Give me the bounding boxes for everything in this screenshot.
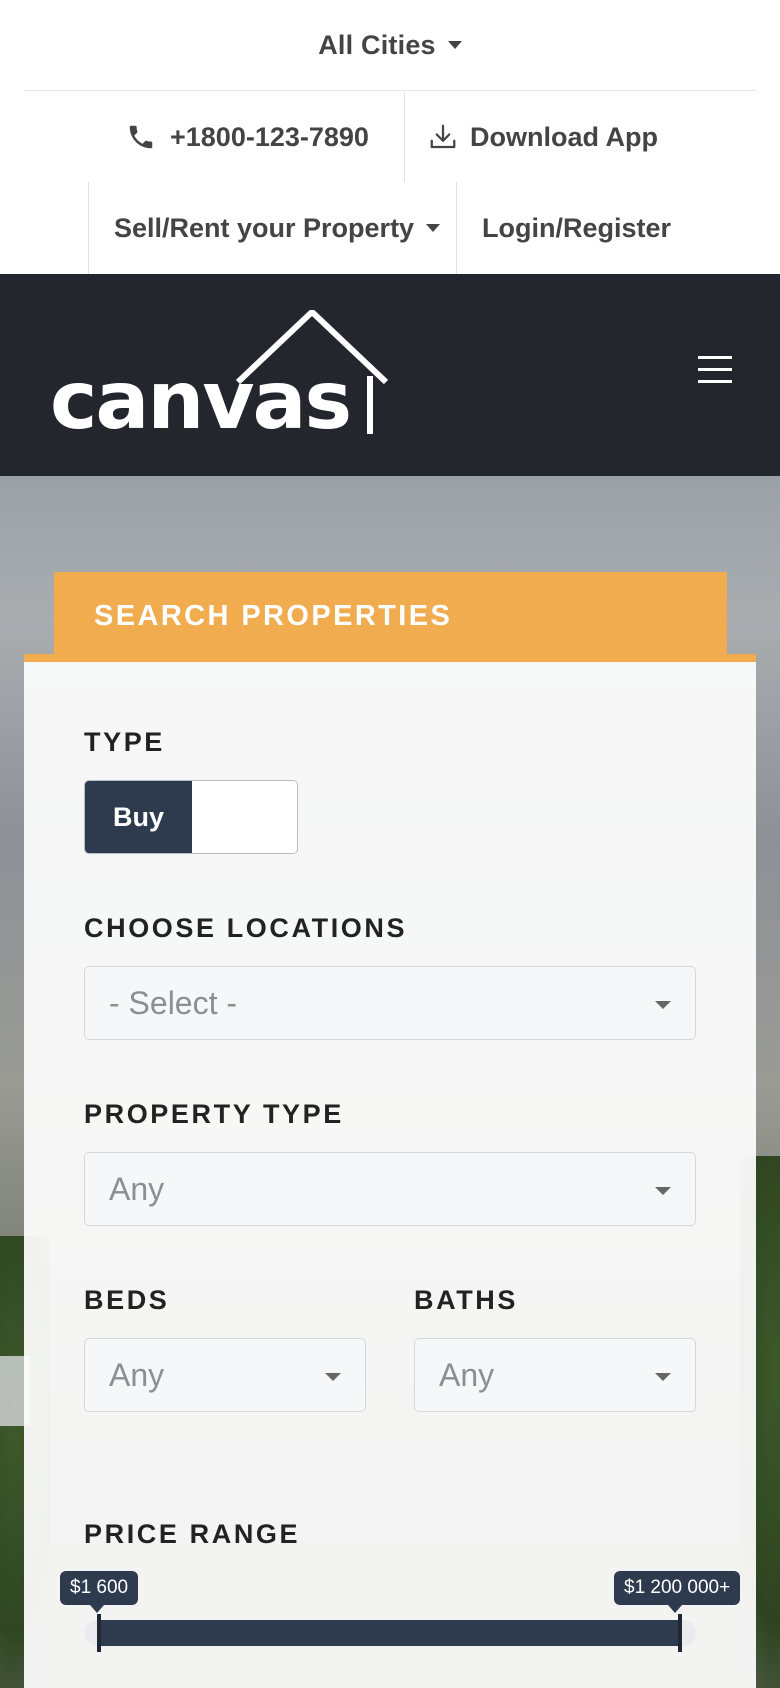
price-min-value: $1 600 <box>70 1577 129 1598</box>
search-properties-tab: SEARCH PROPERTIES <box>54 572 727 660</box>
price-max-tooltip: $1 200 000+ <box>614 1571 741 1613</box>
chevron-down-icon <box>655 1373 671 1381</box>
logo-house-icon: canvas <box>50 307 389 447</box>
chevron-down-icon <box>325 1373 341 1381</box>
chevron-down-icon <box>655 1001 671 1009</box>
phone-icon <box>129 125 153 149</box>
price-min-handle[interactable] <box>97 1614 101 1652</box>
beds-select[interactable]: Any <box>84 1338 366 1412</box>
phone-number: +1800-123-7890 <box>170 121 369 152</box>
locations-select[interactable]: - Select - <box>84 966 696 1040</box>
city-selector[interactable]: All Cities <box>24 0 756 91</box>
divider <box>88 182 89 274</box>
chevron-down-icon <box>426 224 441 232</box>
type-label: TYPE <box>84 727 165 757</box>
chevron-down-icon <box>655 1187 671 1195</box>
sell-rent-menu[interactable]: Sell/Rent your Property <box>114 182 441 274</box>
site-header: canvas <box>0 274 780 476</box>
price-max-value: $1 200 000+ <box>624 1577 731 1598</box>
phone-link[interactable]: +1800-123-7890 <box>126 92 406 182</box>
logo-text: canvas <box>50 354 350 440</box>
price-range-label: PRICE RANGE <box>84 1519 301 1549</box>
beds-label: BEDS <box>84 1285 170 1315</box>
choose-locations-label: CHOOSE LOCATIONS <box>84 913 408 943</box>
baths-value: Any <box>439 1356 495 1393</box>
price-range-fill <box>98 1620 681 1646</box>
search-title: SEARCH PROPERTIES <box>94 599 453 632</box>
contact-row: +1800-123-7890 Download App <box>0 92 780 182</box>
panel-accent-strip <box>24 654 756 662</box>
price-max-handle[interactable] <box>678 1614 682 1652</box>
baths-select[interactable]: Any <box>414 1338 696 1412</box>
type-toggle[interactable]: Buy <box>84 780 298 854</box>
type-buy-option[interactable]: Buy <box>85 781 192 853</box>
menu-icon[interactable] <box>698 356 732 386</box>
login-register-label: Login/Register <box>482 212 672 243</box>
download-app-label: Download App <box>470 121 658 152</box>
sell-rent-label: Sell/Rent your Property <box>114 212 415 243</box>
beds-value: Any <box>109 1356 165 1393</box>
download-icon <box>430 124 456 149</box>
login-register-link[interactable]: Login/Register <box>482 182 671 274</box>
divider <box>456 182 457 274</box>
site-logo[interactable]: canvas <box>50 307 396 447</box>
price-min-tooltip: $1 600 <box>60 1571 139 1613</box>
download-app-link[interactable]: Download App <box>428 92 658 182</box>
baths-label: BATHS <box>414 1285 518 1315</box>
chevron-down-icon <box>447 41 462 49</box>
top-utility-bar: All Cities +1800-123-7890 Download App S… <box>0 0 780 274</box>
property-type-value: Any <box>109 1170 165 1207</box>
account-row: Sell/Rent your Property Login/Register <box>0 182 780 274</box>
divider <box>404 92 405 182</box>
type-rent-option[interactable] <box>192 781 297 853</box>
property-type-select[interactable]: Any <box>84 1152 696 1226</box>
property-type-label: PROPERTY TYPE <box>84 1099 344 1129</box>
locations-select-value: - Select - <box>109 984 238 1021</box>
city-selector-label: All Cities <box>318 29 436 60</box>
